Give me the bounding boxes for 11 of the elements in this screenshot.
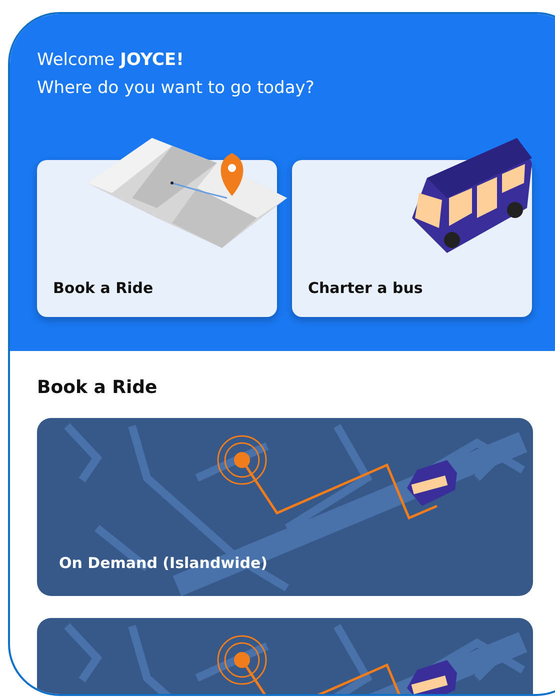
bus-icon: [407, 460, 457, 506]
greeting-text: Welcome JOYCE!: [37, 49, 185, 72]
option-label: Charter a bus: [308, 279, 423, 297]
option-label: Book a Ride: [53, 279, 154, 297]
location-pin-icon: [217, 635, 267, 685]
location-pin-icon: [217, 435, 267, 485]
section-title: Book a Ride: [37, 377, 158, 398]
service-card[interactable]: On Demand (Islandwide): [37, 418, 533, 596]
service-label: On Demand (Islandwide): [59, 554, 268, 572]
bus-icon: [407, 660, 457, 694]
question-text: Where do you want to go today?: [37, 77, 316, 100]
